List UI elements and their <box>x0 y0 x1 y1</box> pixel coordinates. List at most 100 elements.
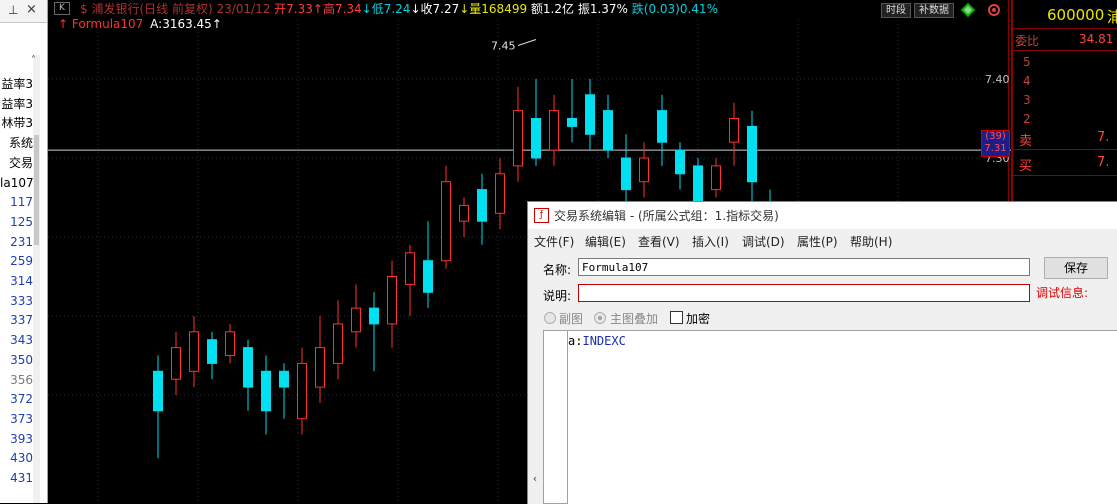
candle <box>459 197 469 237</box>
menu-insert[interactable]: 插入(I) <box>692 233 729 250</box>
candle <box>657 94 667 166</box>
candle-body <box>729 118 739 143</box>
dialog-titlebar[interactable]: ƒ 交易系统编辑 - (所属公式组：1.指标交易) <box>528 202 1117 229</box>
ask-level: 4 <box>1023 74 1031 88</box>
candle <box>531 79 541 166</box>
candle-body <box>225 331 235 356</box>
save-button[interactable]: 保存 <box>1044 257 1108 279</box>
formula-list-item[interactable]: 343 <box>0 331 33 350</box>
formula-list-item[interactable]: 231 <box>0 233 33 252</box>
encrypt-label: 加密 <box>686 312 711 326</box>
encrypt-checkbox[interactable] <box>670 311 683 324</box>
candle <box>153 355 163 459</box>
menu-help[interactable]: 帮助(H) <box>850 233 892 250</box>
subchart-label: 副图 <box>559 312 584 326</box>
candle-body <box>441 181 451 262</box>
subchart-radio[interactable] <box>544 312 556 324</box>
formula-list-item[interactable]: 350 <box>0 351 33 370</box>
candle-body <box>243 347 253 388</box>
editor-gutter <box>543 330 568 504</box>
description-label: 说明: <box>543 289 572 303</box>
menu-edit[interactable]: 编辑(E) <box>585 233 626 250</box>
formula-name[interactable]: Formula107 <box>72 17 143 31</box>
menu-debug[interactable]: 调试(D) <box>742 233 785 250</box>
main-overlay-radio[interactable] <box>594 312 606 324</box>
candle-body <box>585 94 595 135</box>
formula-list-item[interactable]: 337 <box>0 311 33 330</box>
menu-file[interactable]: 文件(F) <box>534 233 574 250</box>
candle-body <box>405 252 415 285</box>
candle-body <box>423 260 433 293</box>
radio-selected-dot <box>598 316 602 320</box>
formula-list-item[interactable]: 373 <box>0 410 33 429</box>
scroll-up-icon[interactable]: ˄ <box>28 55 39 71</box>
candle <box>351 284 361 348</box>
candle <box>441 165 451 269</box>
diamond-icon[interactable] <box>960 2 976 18</box>
candle-body <box>189 331 199 372</box>
formula-value: A:3163.45↑ <box>150 17 222 31</box>
max-annotation: 7.45 <box>491 40 516 53</box>
candle <box>585 79 595 151</box>
name-input[interactable]: Formula107 <box>578 258 1030 276</box>
fill-data-button[interactable]: 补数据 <box>914 3 954 18</box>
formula-list-item[interactable]: 356 <box>0 371 33 390</box>
formula-list-item[interactable]: 393 <box>0 430 33 449</box>
left-panel-scrollbar[interactable] <box>33 55 40 503</box>
formula-list-item[interactable]: 430 <box>0 449 33 468</box>
formula-list-item[interactable]: 372 <box>0 390 33 409</box>
formula-list-item[interactable]: 益率3 <box>0 75 33 94</box>
formula-list-item[interactable]: 117 <box>0 193 33 212</box>
description-input[interactable] <box>578 284 1030 302</box>
candle-body <box>603 110 613 151</box>
stock-name: 浦 <box>1107 8 1117 26</box>
header-segment: 跌(0.03)0.41% <box>631 2 718 16</box>
formula-list-item[interactable]: 林带3 <box>0 114 33 133</box>
candle <box>333 300 343 380</box>
formula-list-item[interactable]: 益率3 <box>0 95 33 114</box>
trade-system-editor-dialog: ƒ 交易系统编辑 - (所属公式组：1.指标交易) 文件(F) 编辑(E) 查看… <box>527 201 1117 504</box>
scrollbar-thumb[interactable] <box>34 135 39 245</box>
formula-indicator-line: ↑ Formula107 A:3163.45↑ <box>58 16 222 32</box>
candle-body <box>261 370 271 412</box>
formula-list-item[interactable]: 314 <box>0 272 33 291</box>
menu-property[interactable]: 属性(P) <box>797 233 838 250</box>
ask-level: 3 <box>1023 93 1031 107</box>
header-segment: ↓量168499 <box>459 2 531 16</box>
settings-icon[interactable] <box>986 2 1002 18</box>
menu-view[interactable]: 查看(V) <box>638 233 680 250</box>
formula-list-item[interactable]: 交易 <box>0 154 33 173</box>
candle <box>477 173 487 245</box>
formula-list-item[interactable]: 333 <box>0 292 33 311</box>
kline-type-button[interactable]: K <box>54 2 70 15</box>
formula-list-item[interactable]: 系统 <box>0 134 33 153</box>
axis-label-740: 7.40 <box>985 73 1010 86</box>
pin-icon[interactable]: ⊥ <box>8 3 18 17</box>
candle-body <box>639 157 649 183</box>
sell-price: 7. <box>1097 130 1110 145</box>
price-badge-top: (39) <box>985 131 1006 142</box>
close-icon[interactable]: × <box>26 2 37 17</box>
candle <box>171 331 181 395</box>
scroll-left-icon[interactable]: ‹ <box>528 472 542 492</box>
candle-body <box>675 149 685 175</box>
candle <box>495 158 505 230</box>
header-segment: ↓低7.24 <box>361 2 411 16</box>
candle <box>711 158 721 198</box>
stock-code: 600000 <box>1047 6 1105 24</box>
formula-list-item[interactable]: 259 <box>0 252 33 271</box>
timeframe-button[interactable]: 时段 <box>881 3 911 18</box>
candle-body <box>297 362 307 420</box>
formula-list-item[interactable]: 125 <box>0 213 33 232</box>
quote-divider <box>1011 175 1117 176</box>
formula-list-item[interactable]: la107 <box>0 174 33 193</box>
ask-level: 5 <box>1023 55 1031 69</box>
sell-label: 卖 <box>1019 134 1033 149</box>
candle-body <box>153 370 163 412</box>
candle <box>603 94 613 158</box>
formula-list-item[interactable]: 431 <box>0 469 33 488</box>
code-function: INDEXC <box>582 334 626 348</box>
candle <box>675 142 685 190</box>
formula-code-editor[interactable]: a:INDEXC <box>568 330 1117 504</box>
candle <box>423 221 433 309</box>
